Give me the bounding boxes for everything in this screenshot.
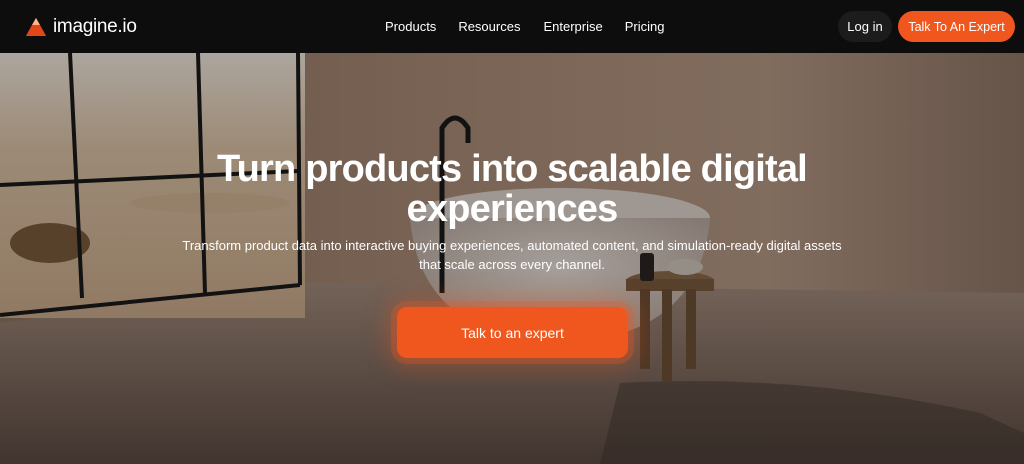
- nav-enterprise[interactable]: Enterprise: [543, 19, 602, 34]
- nav-products[interactable]: Products: [385, 19, 436, 34]
- brand-name: imagine.io: [53, 16, 137, 37]
- talk-to-expert-hero-button[interactable]: Talk to an expert: [397, 307, 628, 358]
- hero-subtitle: Transform product data into interactive …: [182, 238, 842, 272]
- hero-section: Turn products into scalable digital expe…: [0, 53, 1024, 464]
- main-nav: Products Resources Enterprise Pricing: [385, 19, 686, 34]
- top-navbar: imagine.io Products Resources Enterprise…: [0, 0, 1024, 53]
- nav-resources[interactable]: Resources: [458, 19, 520, 34]
- hero-title: Turn products into scalable digital expe…: [217, 148, 808, 230]
- triangle-logo-icon: [26, 18, 46, 36]
- login-button[interactable]: Log in: [838, 11, 892, 42]
- talk-to-expert-nav-button[interactable]: Talk To An Expert: [898, 11, 1015, 42]
- nav-pricing[interactable]: Pricing: [625, 19, 665, 34]
- logo[interactable]: imagine.io: [25, 16, 137, 38]
